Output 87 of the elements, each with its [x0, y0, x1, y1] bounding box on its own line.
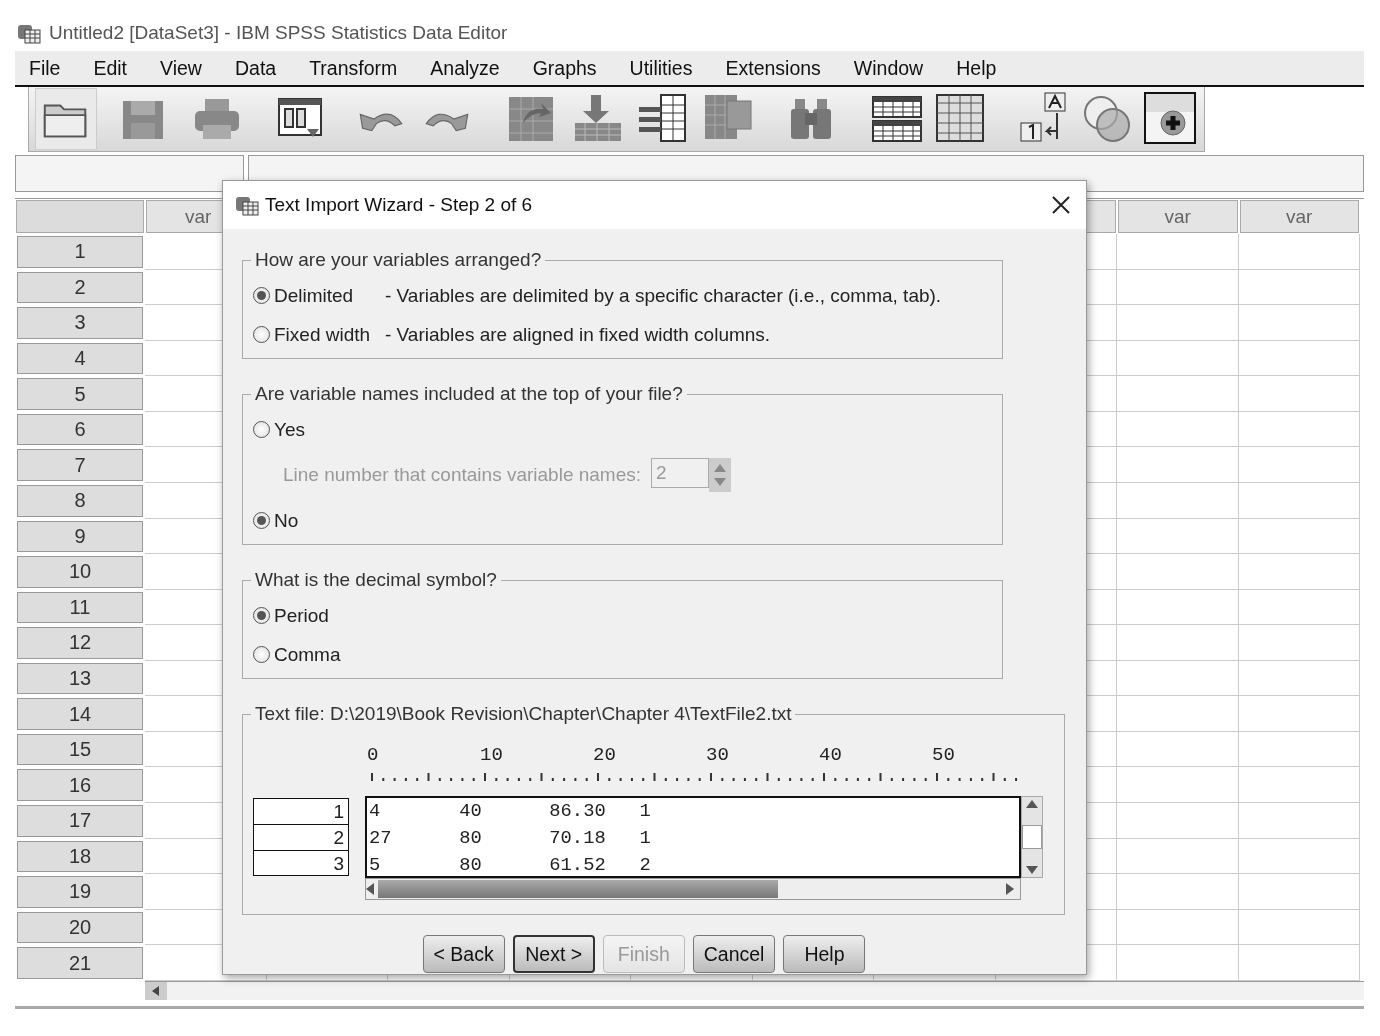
file-path: Text file: D:\2019\Book Revision\Chapter\Chapter 4\TextFile2.txt [254, 703, 793, 725]
row-header: 6 [17, 413, 143, 446]
row-header: 20 [17, 911, 143, 944]
ruler-number: 20 [593, 744, 617, 766]
row-header: 19 [17, 876, 143, 908]
row-header: 7 [17, 449, 143, 481]
horizontal-scrollbar[interactable] [365, 878, 1021, 900]
option-description: - Variables are delimited by a specific character (i.e., comma, tab). [385, 284, 942, 307]
menu-item[interactable]: Help [949, 54, 1004, 82]
add-icon [1143, 91, 1199, 147]
row-header: 11 [17, 591, 143, 624]
ruler-number: 50 [932, 744, 956, 766]
column-header: var [1239, 200, 1359, 233]
row-header: 9 [17, 520, 143, 553]
scroll-right-icon[interactable] [1006, 883, 1014, 895]
menu-item[interactable]: Data [227, 54, 284, 82]
menu-item[interactable]: Window [846, 54, 931, 82]
row-header: 16 [17, 769, 143, 801]
up-down-arrows-icon [713, 462, 728, 488]
radio-label[interactable]: Period [274, 604, 329, 627]
group-title: What is the decimal symbol? [254, 569, 498, 591]
dialog-title: Text Import Wizard - Step 2 of 6 [265, 194, 534, 216]
folder-button[interactable] [35, 88, 97, 150]
dialog-button[interactable]: < Back [422, 935, 505, 973]
radio-button[interactable] [253, 287, 270, 304]
radio-label[interactable]: Delimited [274, 284, 354, 307]
scroll-down-icon[interactable] [1026, 866, 1038, 874]
preview-line: 4 40 86.30 1 [369, 799, 652, 824]
radio-label[interactable]: Fixed width [274, 323, 371, 346]
line-number: 1 [253, 798, 349, 824]
radio-button[interactable] [253, 421, 270, 438]
spinner[interactable] [709, 458, 732, 492]
row-header: 1 [17, 236, 143, 268]
column-header: var [1118, 200, 1238, 233]
preview-line: 5 80 61.52 2 [369, 853, 652, 876]
row-header: 5 [17, 378, 143, 410]
menu-item[interactable]: Edit [86, 54, 135, 82]
row-header: 18 [17, 840, 143, 873]
ruler-number: 0 [367, 744, 380, 766]
close-icon[interactable] [1052, 196, 1070, 214]
option-description: - Variables are aligned in fixed width columns. [385, 323, 771, 346]
window-title: Untitled2 [DataSet3] - IBM SPSS Statistics Data Editor [49, 22, 508, 44]
row-header: 15 [17, 733, 143, 766]
row-header: 17 [17, 805, 143, 837]
radio-button[interactable] [253, 326, 270, 343]
dialog-button[interactable]: Cancel [692, 935, 776, 973]
menu-item[interactable]: Analyze [423, 54, 507, 82]
scroll-left-icon[interactable] [152, 985, 160, 996]
menu-item[interactable]: Extensions [718, 54, 828, 82]
group-title: How are your variables arranged? [254, 249, 543, 271]
row-header: 2 [17, 271, 143, 304]
app-icon [235, 194, 259, 216]
menu-item[interactable]: Transform [302, 54, 405, 82]
menu-item[interactable]: View [153, 54, 209, 82]
row-header: 10 [17, 556, 143, 588]
cell-name-field[interactable] [15, 155, 244, 192]
row-header: 12 [17, 627, 143, 659]
scroll-up-icon[interactable] [1026, 800, 1038, 808]
radio-label[interactable]: Comma [274, 643, 341, 666]
ruler-number: 40 [819, 744, 843, 766]
menu-item[interactable]: Graphs [525, 54, 604, 82]
line-number: 3 [253, 850, 349, 876]
app-icon [17, 22, 41, 44]
ruler-number: 10 [480, 744, 504, 766]
vertical-scrollbar[interactable] [1021, 796, 1043, 878]
radio-label[interactable]: Yes [274, 418, 305, 441]
dialog-button[interactable]: Next > [512, 935, 595, 973]
row-header: 8 [17, 484, 143, 517]
line-number: 2 [253, 824, 349, 850]
add-button[interactable] [1143, 91, 1199, 147]
ruler-number: 30 [706, 744, 730, 766]
radio-label[interactable]: No [274, 509, 299, 532]
dialog-button[interactable]: Help [783, 935, 866, 973]
radio-button[interactable] [253, 607, 270, 624]
preview-line: 27 80 70.18 1 [369, 826, 652, 851]
field-label: Line number that contains variable names: [283, 464, 642, 486]
menu-item[interactable]: File [22, 54, 68, 82]
row-header: 3 [17, 307, 143, 339]
row-header: 13 [17, 662, 143, 695]
radio-button[interactable] [253, 512, 270, 529]
row-header: 4 [17, 342, 143, 375]
row-header: 21 [17, 947, 143, 979]
row-header: 14 [17, 698, 143, 730]
menu-item[interactable]: Utilities [622, 54, 700, 82]
group-title: Are variable names included at the top of your file? [254, 383, 684, 405]
radio-button[interactable] [253, 646, 270, 663]
scroll-left-icon[interactable] [366, 883, 374, 895]
